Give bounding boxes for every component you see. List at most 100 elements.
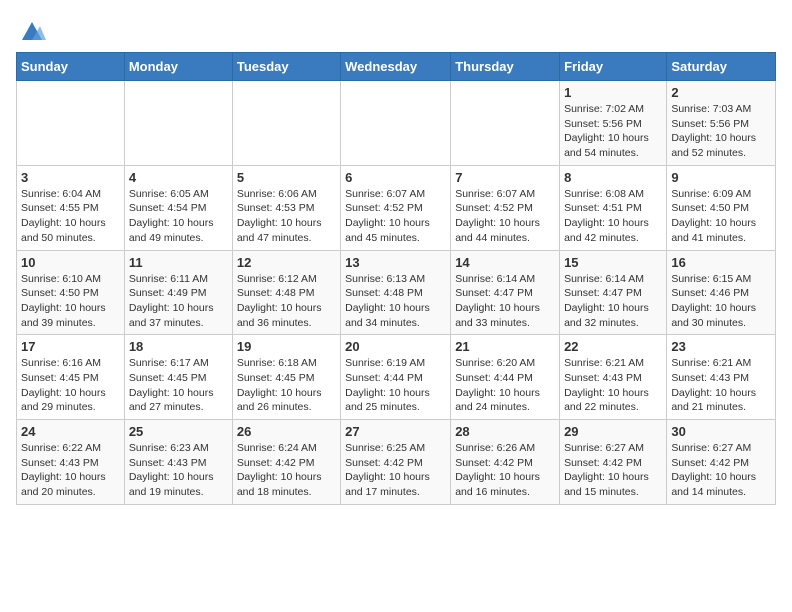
- day-info: Sunrise: 6:14 AM Sunset: 4:47 PM Dayligh…: [564, 272, 662, 331]
- day-info: Sunrise: 6:16 AM Sunset: 4:45 PM Dayligh…: [21, 356, 120, 415]
- day-number: 30: [671, 424, 771, 439]
- day-info: Sunrise: 6:06 AM Sunset: 4:53 PM Dayligh…: [237, 187, 336, 246]
- day-cell: 10 Sunrise: 6:10 AM Sunset: 4:50 PM Dayli…: [17, 250, 125, 335]
- day-cell: 24 Sunrise: 6:22 AM Sunset: 4:43 PM Dayli…: [17, 420, 125, 505]
- day-cell: 16 Sunrise: 6:15 AM Sunset: 4:46 PM Dayli…: [667, 250, 776, 335]
- day-number: 11: [129, 255, 228, 270]
- day-number: 7: [455, 170, 555, 185]
- day-info: Sunrise: 6:11 AM Sunset: 4:49 PM Dayligh…: [129, 272, 228, 331]
- day-number: 14: [455, 255, 555, 270]
- day-info: Sunrise: 6:09 AM Sunset: 4:50 PM Dayligh…: [671, 187, 771, 246]
- day-cell: 6Sunrise: 6:07 AM Sunset: 4:52 PM Daylig…: [341, 165, 451, 250]
- day-info: Sunrise: 6:05 AM Sunset: 4:54 PM Dayligh…: [129, 187, 228, 246]
- day-cell: 14Sunrise: 6:14 AM Sunset: 4:47 PM Dayli…: [451, 250, 560, 335]
- day-number: 19: [237, 339, 336, 354]
- day-info: Sunrise: 6:20 AM Sunset: 4:44 PM Dayligh…: [455, 356, 555, 415]
- day-number: 24: [21, 424, 120, 439]
- day-number: 8: [564, 170, 662, 185]
- day-number: 21: [455, 339, 555, 354]
- day-cell: 8 Sunrise: 6:08 AM Sunset: 4:51 PM Daylig…: [560, 165, 667, 250]
- day-cell: 1 Sunrise: 7:02 AM Sunset: 5:56 PM Daylig…: [560, 81, 667, 166]
- day-number: 20: [345, 339, 446, 354]
- day-info: Sunrise: 6:18 AM Sunset: 4:45 PM Dayligh…: [237, 356, 336, 415]
- day-info: Sunrise: 6:25 AM Sunset: 4:42 PM Dayligh…: [345, 441, 446, 500]
- day-cell: [341, 81, 451, 166]
- day-info: Sunrise: 6:27 AM Sunset: 4:42 PM Dayligh…: [564, 441, 662, 500]
- day-info: Sunrise: 6:27 AM Sunset: 4:42 PM Dayligh…: [671, 441, 771, 500]
- day-cell: 9 Sunrise: 6:09 AM Sunset: 4:50 PM Daylig…: [667, 165, 776, 250]
- day-info: Sunrise: 6:07 AM Sunset: 4:52 PM Dayligh…: [455, 187, 555, 246]
- week-row-1: 3 Sunrise: 6:04 AM Sunset: 4:55 PM Daylig…: [17, 165, 776, 250]
- page-header: [16, 16, 776, 44]
- day-info: Sunrise: 6:26 AM Sunset: 4:42 PM Dayligh…: [455, 441, 555, 500]
- day-cell: [232, 81, 340, 166]
- header-thursday: Thursday: [451, 53, 560, 81]
- logo: [16, 16, 46, 44]
- calendar-table: SundayMondayTuesdayWednesdayThursdayFrid…: [16, 52, 776, 505]
- day-number: 13: [345, 255, 446, 270]
- day-info: Sunrise: 6:21 AM Sunset: 4:43 PM Dayligh…: [564, 356, 662, 415]
- day-number: 18: [129, 339, 228, 354]
- day-cell: 22 Sunrise: 6:21 AM Sunset: 4:43 PM Dayli…: [560, 335, 667, 420]
- day-number: 16: [671, 255, 771, 270]
- day-number: 10: [21, 255, 120, 270]
- day-number: 12: [237, 255, 336, 270]
- day-cell: 30 Sunrise: 6:27 AM Sunset: 4:42 PM Dayli…: [667, 420, 776, 505]
- week-row-2: 10 Sunrise: 6:10 AM Sunset: 4:50 PM Dayli…: [17, 250, 776, 335]
- day-number: 4: [129, 170, 228, 185]
- day-info: Sunrise: 7:03 AM Sunset: 5:56 PM Dayligh…: [671, 102, 771, 161]
- day-info: Sunrise: 6:19 AM Sunset: 4:44 PM Dayligh…: [345, 356, 446, 415]
- header-row: SundayMondayTuesdayWednesdayThursdayFrid…: [17, 53, 776, 81]
- day-cell: [451, 81, 560, 166]
- day-number: 29: [564, 424, 662, 439]
- day-cell: 29 Sunrise: 6:27 AM Sunset: 4:42 PM Dayli…: [560, 420, 667, 505]
- day-cell: 19 Sunrise: 6:18 AM Sunset: 4:45 PM Dayli…: [232, 335, 340, 420]
- day-number: 5: [237, 170, 336, 185]
- day-cell: 17Sunrise: 6:16 AM Sunset: 4:45 PM Dayli…: [17, 335, 125, 420]
- day-number: 3: [21, 170, 120, 185]
- header-monday: Monday: [124, 53, 232, 81]
- day-cell: 2 Sunrise: 7:03 AM Sunset: 5:56 PM Daylig…: [667, 81, 776, 166]
- day-info: Sunrise: 6:21 AM Sunset: 4:43 PM Dayligh…: [671, 356, 771, 415]
- header-tuesday: Tuesday: [232, 53, 340, 81]
- day-cell: 5 Sunrise: 6:06 AM Sunset: 4:53 PM Daylig…: [232, 165, 340, 250]
- day-number: 15: [564, 255, 662, 270]
- day-number: 2: [671, 85, 771, 100]
- day-number: 25: [129, 424, 228, 439]
- day-cell: [124, 81, 232, 166]
- day-cell: 20 Sunrise: 6:19 AM Sunset: 4:44 PM Dayli…: [341, 335, 451, 420]
- day-cell: 23 Sunrise: 6:21 AM Sunset: 4:43 PM Dayli…: [667, 335, 776, 420]
- day-number: 9: [671, 170, 771, 185]
- day-cell: 7 Sunrise: 6:07 AM Sunset: 4:52 PM Daylig…: [451, 165, 560, 250]
- day-cell: 12 Sunrise: 6:12 AM Sunset: 4:48 PM Dayli…: [232, 250, 340, 335]
- day-info: Sunrise: 6:17 AM Sunset: 4:45 PM Dayligh…: [129, 356, 228, 415]
- day-info: Sunrise: 6:15 AM Sunset: 4:46 PM Dayligh…: [671, 272, 771, 331]
- calendar-body: 1 Sunrise: 7:02 AM Sunset: 5:56 PM Daylig…: [17, 81, 776, 505]
- day-cell: 18 Sunrise: 6:17 AM Sunset: 4:45 PM Dayli…: [124, 335, 232, 420]
- header-saturday: Saturday: [667, 53, 776, 81]
- week-row-3: 17Sunrise: 6:16 AM Sunset: 4:45 PM Dayli…: [17, 335, 776, 420]
- day-number: 1: [564, 85, 662, 100]
- day-number: 26: [237, 424, 336, 439]
- header-wednesday: Wednesday: [341, 53, 451, 81]
- day-cell: 27Sunrise: 6:25 AM Sunset: 4:42 PM Dayli…: [341, 420, 451, 505]
- day-cell: 28 Sunrise: 6:26 AM Sunset: 4:42 PM Dayli…: [451, 420, 560, 505]
- day-info: Sunrise: 6:04 AM Sunset: 4:55 PM Dayligh…: [21, 187, 120, 246]
- day-number: 28: [455, 424, 555, 439]
- day-info: Sunrise: 6:10 AM Sunset: 4:50 PM Dayligh…: [21, 272, 120, 331]
- day-cell: 4 Sunrise: 6:05 AM Sunset: 4:54 PM Daylig…: [124, 165, 232, 250]
- day-info: Sunrise: 7:02 AM Sunset: 5:56 PM Dayligh…: [564, 102, 662, 161]
- day-number: 6: [345, 170, 446, 185]
- week-row-0: 1 Sunrise: 7:02 AM Sunset: 5:56 PM Daylig…: [17, 81, 776, 166]
- day-info: Sunrise: 6:08 AM Sunset: 4:51 PM Dayligh…: [564, 187, 662, 246]
- day-cell: 15 Sunrise: 6:14 AM Sunset: 4:47 PM Dayli…: [560, 250, 667, 335]
- day-cell: 13Sunrise: 6:13 AM Sunset: 4:48 PM Dayli…: [341, 250, 451, 335]
- logo-icon: [18, 16, 46, 44]
- day-number: 22: [564, 339, 662, 354]
- day-cell: 3 Sunrise: 6:04 AM Sunset: 4:55 PM Daylig…: [17, 165, 125, 250]
- day-number: 23: [671, 339, 771, 354]
- day-cell: 11 Sunrise: 6:11 AM Sunset: 4:49 PM Dayli…: [124, 250, 232, 335]
- day-info: Sunrise: 6:12 AM Sunset: 4:48 PM Dayligh…: [237, 272, 336, 331]
- header-friday: Friday: [560, 53, 667, 81]
- day-info: Sunrise: 6:22 AM Sunset: 4:43 PM Dayligh…: [21, 441, 120, 500]
